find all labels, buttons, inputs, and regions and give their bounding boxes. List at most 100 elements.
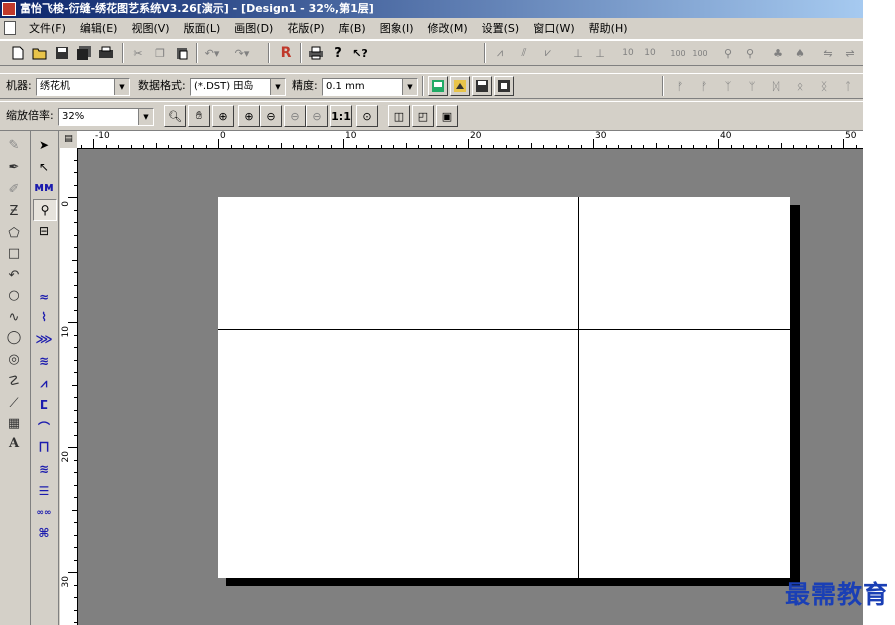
- menu-library[interactable]: 库(B): [332, 18, 373, 39]
- text-icon[interactable]: A: [4, 433, 24, 453]
- stitch-type-icon[interactable]: ᛘ: [742, 76, 762, 96]
- measure-icon[interactable]: ⊟: [33, 221, 55, 241]
- satin-stitch-icon[interactable]: ⋙: [33, 329, 55, 349]
- ellipse-icon[interactable]: ◯: [4, 327, 24, 347]
- zoom-in-icon[interactable]: ⊕: [212, 105, 234, 127]
- menu-help[interactable]: 帮助(H): [582, 18, 635, 39]
- running-stitch-icon[interactable]: ≈: [33, 287, 55, 307]
- save-icon[interactable]: [52, 43, 72, 63]
- menu-pattern[interactable]: 花版(P): [280, 18, 331, 39]
- motif-stitch-icon[interactable]: ⌘: [33, 523, 55, 543]
- format-select[interactable]: (*.DST) 田岛 ▼: [190, 78, 286, 96]
- zigzag-icon[interactable]: Ƶ: [4, 201, 24, 221]
- chevron-down-icon[interactable]: ▼: [114, 79, 129, 95]
- pencil-icon[interactable]: ✎: [4, 135, 24, 155]
- menu-settings[interactable]: 设置(S): [475, 18, 527, 39]
- grid-icon[interactable]: ▦: [4, 413, 24, 433]
- ruler-pen-icon[interactable]: ⟋: [4, 393, 24, 413]
- run-icon[interactable]: R: [276, 43, 296, 63]
- arc-stitch-icon[interactable]: ⌒: [33, 417, 55, 437]
- arc-icon[interactable]: ↶: [4, 265, 24, 285]
- undo-icon[interactable]: ↶▾: [202, 43, 222, 63]
- brush-icon[interactable]: ✒: [4, 157, 24, 177]
- stitch-type-icon[interactable]: ᛞ: [766, 76, 786, 96]
- save-design-button[interactable]: [472, 76, 492, 96]
- stitch-type-icon[interactable]: ᚠ: [670, 76, 690, 96]
- zoom-prev-icon[interactable]: ⊖: [284, 105, 306, 127]
- cut-icon[interactable]: ✂: [128, 43, 148, 63]
- precision-select[interactable]: 0.1 mm ▼: [322, 78, 418, 96]
- manual-stitch-icon[interactable]: ⌇: [33, 307, 55, 327]
- zigzag-stitch-icon[interactable]: ⩘: [33, 373, 55, 393]
- zoom-minus-icon[interactable]: ⊖: [260, 105, 282, 127]
- zoom-in-out-icon[interactable]: 🔍︎: [164, 105, 186, 127]
- chain-stitch-icon[interactable]: ∞∞: [33, 503, 55, 523]
- chevron-down-icon[interactable]: ▼: [270, 79, 285, 95]
- save-all-icon[interactable]: [74, 43, 94, 63]
- select-arrow-icon[interactable]: ➤: [33, 135, 55, 155]
- pan-hand-icon[interactable]: ✋︎: [188, 105, 210, 127]
- menu-image[interactable]: 图象(I): [373, 18, 421, 39]
- curve-icon[interactable]: ∿: [4, 307, 24, 327]
- menu-edit[interactable]: 编辑(E): [73, 18, 125, 39]
- rectangle-icon[interactable]: □: [4, 243, 24, 263]
- fill-stitch-icon[interactable]: ≋: [33, 351, 55, 371]
- circle-icon[interactable]: ○: [4, 285, 24, 305]
- open-icon[interactable]: [30, 43, 50, 63]
- chevron-down-icon[interactable]: ▼: [402, 79, 417, 95]
- print-setup-icon[interactable]: [96, 43, 116, 63]
- spiral-icon[interactable]: ◎: [4, 349, 24, 369]
- zoom-all-icon[interactable]: ▣: [436, 105, 458, 127]
- copy-icon[interactable]: ❐: [150, 43, 170, 63]
- zoom-window-icon[interactable]: ◫: [388, 105, 410, 127]
- zoom-actual-size-button[interactable]: 1:1: [330, 105, 352, 127]
- machine-settings-button[interactable]: [428, 76, 448, 96]
- stitch-tool-icon[interactable]: ⇌: [840, 43, 860, 63]
- magnifier-icon[interactable]: ⚲: [33, 199, 57, 221]
- stitch-tool-icon[interactable]: ⫽: [514, 43, 534, 63]
- stitch-tool-icon[interactable]: ⊥: [568, 43, 588, 63]
- zoom-next-icon[interactable]: ⊖: [306, 105, 328, 127]
- menu-layout[interactable]: 版面(L): [177, 18, 228, 39]
- stitch-tool-icon[interactable]: ⚲: [740, 43, 760, 63]
- stitch-type-icon[interactable]: ᛉ: [718, 76, 738, 96]
- stitch-type-icon[interactable]: ᚡ: [694, 76, 714, 96]
- node-select-icon[interactable]: ↖: [33, 157, 55, 177]
- paste-icon[interactable]: [172, 43, 192, 63]
- stitch-tool-icon[interactable]: ♠: [790, 43, 810, 63]
- stitch-tool-icon[interactable]: 100: [690, 43, 710, 63]
- stitch-tool-icon[interactable]: ⇋: [818, 43, 838, 63]
- menu-draw[interactable]: 画图(D): [227, 18, 280, 39]
- stitch-type-icon[interactable]: ᛟ: [790, 76, 810, 96]
- zoom-select[interactable]: 32% ▼: [58, 108, 154, 126]
- stitch-tool-icon[interactable]: ⩗: [538, 43, 558, 63]
- machine-select[interactable]: 绣花机 ▼: [36, 78, 130, 96]
- stitch-tool-icon[interactable]: 100: [668, 43, 688, 63]
- polygon-icon[interactable]: ⬠: [4, 223, 24, 243]
- stitch-tool-icon[interactable]: 10: [618, 43, 638, 63]
- menu-file[interactable]: 文件(F): [22, 18, 73, 39]
- tatami-fill-icon[interactable]: ☰: [33, 481, 55, 501]
- document-icon[interactable]: [4, 21, 16, 35]
- help-icon[interactable]: ?: [328, 43, 348, 63]
- wave-fill-icon[interactable]: ≋: [33, 459, 55, 479]
- redo-icon[interactable]: ↷▾: [232, 43, 252, 63]
- pen-icon[interactable]: ✐: [4, 179, 24, 199]
- stitch-tool-icon[interactable]: 10: [640, 43, 660, 63]
- stitch-type-icon[interactable]: ᛏ: [838, 76, 858, 96]
- stitch-type-icon[interactable]: ᛝ: [814, 76, 834, 96]
- stitch-tool-icon[interactable]: ⚲: [718, 43, 738, 63]
- zoom-plus-icon[interactable]: ⊕: [238, 105, 260, 127]
- context-help-icon[interactable]: ↖?: [350, 43, 370, 63]
- new-icon[interactable]: [8, 43, 28, 63]
- zoom-fit-icon[interactable]: ⊙: [356, 105, 378, 127]
- menu-window[interactable]: 窗口(W): [526, 18, 581, 39]
- stitch-tool-icon[interactable]: ⊥: [590, 43, 610, 63]
- stitch-tool-icon[interactable]: ⩘: [490, 43, 510, 63]
- ruler-corner[interactable]: ▤: [60, 131, 77, 148]
- menu-view[interactable]: 视图(V): [124, 18, 176, 39]
- stitch-tool-icon[interactable]: ♣: [768, 43, 788, 63]
- design-workspace[interactable]: ▤ -10 0 10 20 30 40 50 0 10 20 30: [60, 131, 863, 625]
- chevron-down-icon[interactable]: ▼: [138, 109, 153, 125]
- hook-icon[interactable]: ☡: [4, 371, 24, 391]
